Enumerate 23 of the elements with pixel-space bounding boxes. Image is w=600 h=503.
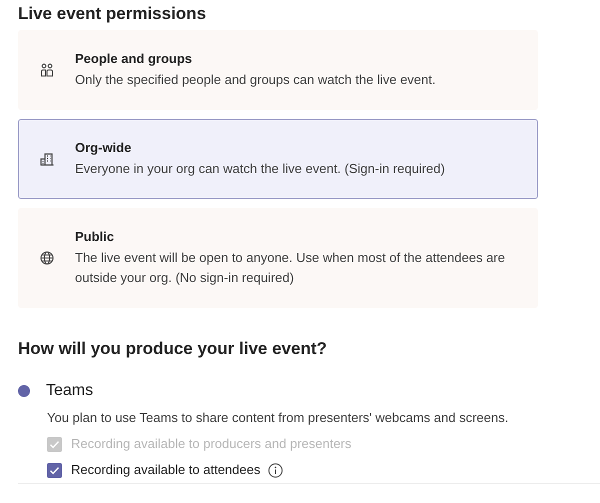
checkbox[interactable] xyxy=(47,462,62,478)
permission-option[interactable]: Public The live event will be open to anyone. Use when most of the attendees are outside your org. (No sign-in required) xyxy=(18,208,538,308)
section-heading: Live event permissions xyxy=(18,3,208,25)
option-description: You plan to use Teams to share content from presenters' webcams and screens. xyxy=(47,409,510,427)
checkmark-icon xyxy=(49,464,60,476)
permission-option[interactable]: Org-wide Everyone in your org can watch the live event. (Sign-in required) xyxy=(18,119,538,199)
option-title: Org-wide xyxy=(75,139,132,157)
globe-icon xyxy=(40,251,54,265)
building-icon xyxy=(40,152,54,166)
section-heading: How will you produce your live event? xyxy=(18,338,328,360)
radio-label: Teams xyxy=(46,381,94,401)
info-icon[interactable] xyxy=(268,462,284,478)
permission-option[interactable]: People and groups Only the specified people and groups can watch the live event. xyxy=(18,30,538,110)
option-description: Only the specified people and groups can watch the live event. xyxy=(75,71,436,89)
option-description: The live event will be open to anyone. Use when most of the attendees are outside your org. (No sign-in required) xyxy=(75,249,506,287)
people-icon xyxy=(40,63,54,77)
radio-button[interactable] xyxy=(18,385,30,397)
option-title: People and groups xyxy=(75,50,194,68)
checkbox-label: Recording available to attendees xyxy=(71,461,260,479)
checkmark-icon xyxy=(49,438,60,450)
option-description: Everyone in your org can watch the live event. (Sign-in required) xyxy=(75,160,445,178)
option-title: Public xyxy=(75,228,116,246)
checkbox-label: Recording available to producers and presenters xyxy=(71,435,352,453)
